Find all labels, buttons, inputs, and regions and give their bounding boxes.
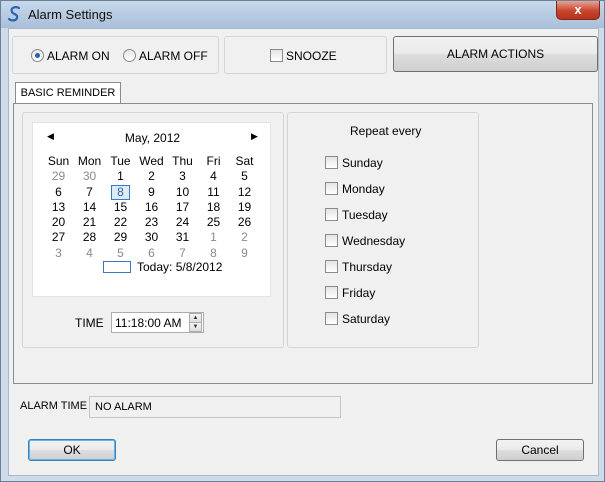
repeat-day-label[interactable]: Monday (342, 182, 385, 196)
calendar-day[interactable]: 24 (167, 215, 198, 230)
repeat-day-checkbox[interactable] (325, 286, 338, 299)
calendar-day-grid: Sun Mon Tue Wed Thu Fri Sat 29 30 1 2 3 4 5 6 7 8 9 10 11 12… (43, 154, 260, 261)
calendar-day[interactable]: 28 (74, 230, 105, 245)
calendar-day[interactable]: 17 (167, 200, 198, 215)
weekday-header: Fri (206, 154, 221, 168)
calendar-day[interactable]: 4 (74, 246, 105, 261)
repeat-day-label[interactable]: Tuesday (342, 208, 388, 222)
calendar-day[interactable]: 30 (74, 169, 105, 184)
ok-button[interactable]: OK (28, 439, 116, 461)
calendar-day[interactable]: 7 (74, 185, 105, 200)
selected-day[interactable]: 8 (111, 184, 130, 200)
calendar-day[interactable]: 12 (229, 185, 260, 200)
alarm-state-group: ALARM ON ALARM OFF (12, 36, 219, 74)
calendar-day[interactable]: 18 (198, 200, 229, 215)
repeat-day-checkbox[interactable] (325, 234, 338, 247)
calendar-day[interactable]: 19 (229, 200, 260, 215)
alarm-settings-window: Alarm Settings x ALARM ON ALARM OFF SNOO… (0, 0, 605, 482)
calendar-day[interactable]: 5 (105, 246, 136, 261)
alarm-time-label: ALARM TIME (20, 400, 88, 412)
calendar-day[interactable]: 30 (136, 230, 167, 245)
weekday-header: Sun (47, 154, 70, 168)
snooze-label[interactable]: SNOOZE (286, 49, 337, 63)
weekday-header: Tue (110, 154, 131, 168)
calendar-day[interactable]: 9 (229, 246, 260, 261)
calendar-day[interactable]: 3 (167, 169, 198, 184)
today-marker[interactable] (103, 261, 131, 273)
calendar-day[interactable]: 14 (74, 200, 105, 215)
calendar-day[interactable]: 4 (198, 169, 229, 184)
next-month-arrow-icon[interactable]: ▶ (251, 131, 258, 142)
repeat-day-checkbox[interactable] (325, 208, 338, 221)
alarm-off-radio[interactable] (123, 49, 136, 62)
calendar-day[interactable]: 16 (136, 200, 167, 215)
time-picker[interactable]: 11:18:00 AM ▲ ▼ (111, 312, 204, 333)
calendar-day[interactable]: 25 (198, 215, 229, 230)
alarm-actions-button[interactable]: ALARM ACTIONS (393, 36, 598, 72)
repeat-day-checkbox[interactable] (325, 182, 338, 195)
calendar-day[interactable]: 13 (43, 200, 74, 215)
calendar-day[interactable]: 22 (105, 215, 136, 230)
snooze-checkbox[interactable] (270, 49, 283, 62)
repeat-day-label[interactable]: Wednesday (342, 234, 405, 248)
repeat-group: Repeat every Sunday Monday Tuesday Wednesda… (287, 112, 479, 348)
weekday-header: Mon (77, 154, 102, 168)
calendar-day[interactable]: 10 (167, 185, 198, 200)
calendar-month-title[interactable]: May, 2012 (33, 131, 272, 145)
calendar-day[interactable]: 6 (136, 246, 167, 261)
alarm-on-radio[interactable] (31, 49, 44, 62)
calendar-day[interactable]: 8 (105, 184, 136, 200)
calendar-day[interactable]: 1 (198, 230, 229, 245)
repeat-day-label[interactable]: Thursday (342, 260, 392, 274)
month-calendar[interactable]: ◀ May, 2012 ▶ Sun Mon Tue Wed Thu Fri Sat 29 30 1… (32, 122, 271, 297)
calendar-day[interactable]: 31 (167, 230, 198, 245)
dialog-body: ALARM ON ALARM OFF SNOOZE ALARM ACTIONS … (8, 28, 599, 476)
calendar-day[interactable]: 29 (105, 230, 136, 245)
time-label: TIME (75, 316, 104, 330)
repeat-day-label[interactable]: Sunday (342, 156, 383, 170)
calendar-day[interactable]: 9 (136, 185, 167, 200)
repeat-title: Repeat every (350, 124, 422, 138)
calendar-day[interactable]: 2 (136, 169, 167, 184)
alarm-on-label[interactable]: ALARM ON (47, 49, 110, 63)
calendar-day[interactable]: 20 (43, 215, 74, 230)
calendar-day[interactable]: 29 (43, 169, 74, 184)
snooze-group: SNOOZE (224, 36, 387, 74)
alarm-off-label[interactable]: ALARM OFF (139, 49, 208, 63)
weekday-header: Wed (139, 154, 164, 168)
calendar-day[interactable]: 27 (43, 230, 74, 245)
tab-basic-reminder[interactable]: BASIC REMINDER (15, 82, 121, 104)
calendar-day[interactable]: 3 (43, 246, 74, 261)
calendar-day[interactable]: 6 (43, 185, 74, 200)
cancel-button[interactable]: Cancel (496, 439, 584, 461)
weekday-header: Sat (235, 154, 254, 168)
weekday-header: Thu (172, 154, 193, 168)
repeat-day-checkbox[interactable] (325, 312, 338, 325)
calendar-day[interactable]: 2 (229, 230, 260, 245)
time-value[interactable]: 11:18:00 AM (115, 316, 182, 330)
today-label[interactable]: Today: 5/8/2012 (137, 260, 222, 274)
window-title: Alarm Settings (28, 7, 113, 22)
repeat-day-label[interactable]: Saturday (342, 312, 390, 326)
app-s-icon (7, 6, 21, 22)
calendar-day[interactable]: 23 (136, 215, 167, 230)
time-spin-down-icon[interactable]: ▼ (189, 322, 202, 332)
title-bar[interactable]: Alarm Settings x (1, 1, 604, 28)
calendar-day[interactable]: 8 (198, 246, 229, 261)
repeat-day-checkbox[interactable] (325, 260, 338, 273)
calendar-day[interactable]: 21 (74, 215, 105, 230)
calendar-day[interactable]: 7 (167, 246, 198, 261)
calendar-day[interactable]: 5 (229, 169, 260, 184)
close-button[interactable]: x (556, 1, 600, 20)
repeat-day-label[interactable]: Friday (342, 286, 375, 300)
calendar-day[interactable]: 26 (229, 215, 260, 230)
calendar-day[interactable]: 15 (105, 200, 136, 215)
calendar-day[interactable]: 1 (105, 169, 136, 184)
alarm-time-field: NO ALARM (89, 396, 341, 418)
repeat-day-checkbox[interactable] (325, 156, 338, 169)
calendar-day[interactable]: 11 (198, 185, 229, 200)
